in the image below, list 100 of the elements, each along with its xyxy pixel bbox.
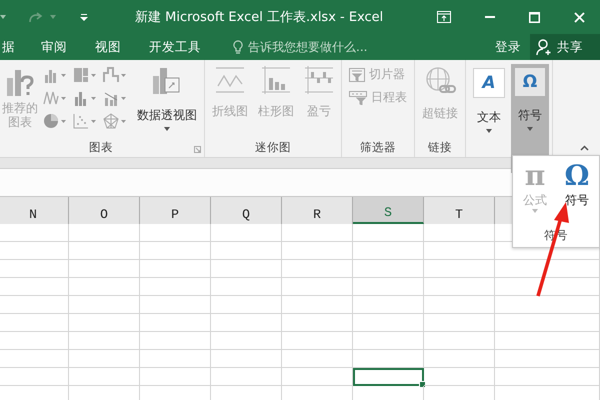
grid-cell[interactable]	[140, 278, 211, 296]
grid-cell[interactable]	[353, 296, 424, 314]
grid-cell[interactable]	[424, 242, 495, 260]
column-header[interactable]: O	[69, 197, 140, 224]
grid-cell[interactable]	[282, 368, 353, 386]
grid-cell[interactable]	[424, 260, 495, 278]
collapse-ribbon-icon[interactable]	[580, 145, 589, 151]
grid-cell[interactable]	[424, 296, 495, 314]
column-header[interactable]: P	[140, 197, 211, 224]
close-icon[interactable]	[574, 12, 585, 22]
ribbon-tab[interactable]: 开发工具	[149, 38, 201, 56]
dialog-launcher-icon[interactable]	[194, 146, 201, 153]
grid-cell[interactable]	[0, 314, 69, 332]
grid-cell[interactable]	[0, 278, 69, 296]
tell-me-field[interactable]: 告诉我您想要做什么...	[233, 40, 388, 54]
column-header[interactable]: R	[282, 197, 353, 224]
grid-cell[interactable]	[0, 260, 69, 278]
grid-cell[interactable]	[69, 278, 140, 296]
grid-cell[interactable]	[282, 224, 353, 242]
grid-cell[interactable]	[211, 368, 282, 386]
grid-cell[interactable]	[69, 332, 140, 350]
grid-cell[interactable]	[140, 296, 211, 314]
grid-cell[interactable]	[424, 332, 495, 350]
grid-cell[interactable]	[211, 260, 282, 278]
grid-cell[interactable]	[140, 332, 211, 350]
grid-cell[interactable]	[69, 350, 140, 368]
grid-cell[interactable]	[140, 260, 211, 278]
redo-icon[interactable]	[28, 11, 44, 23]
grid-cell[interactable]	[282, 242, 353, 260]
grid-cell[interactable]	[282, 332, 353, 350]
grid-cell[interactable]	[140, 314, 211, 332]
sign-in-link[interactable]: 登录	[495, 38, 521, 56]
grid-cell[interactable]	[0, 296, 69, 314]
grid-cell[interactable]	[211, 242, 282, 260]
grid-cell[interactable]	[211, 332, 282, 350]
share-button[interactable]: 共享	[530, 34, 600, 60]
grid-cell[interactable]	[424, 314, 495, 332]
grid-cell[interactable]	[211, 350, 282, 368]
grid-cell[interactable]	[211, 296, 282, 314]
grid-cell[interactable]	[282, 350, 353, 368]
minimize-icon[interactable]	[485, 16, 495, 18]
ribbon-tab[interactable]: 据	[2, 38, 15, 56]
grid-cell[interactable]	[0, 350, 69, 368]
pivot-chart-button[interactable]: 数据透视图	[136, 64, 198, 137]
symbol-command-button[interactable]: Ω 符号	[559, 160, 595, 213]
grid-cell[interactable]	[140, 242, 211, 260]
text-button[interactable]: A 文本	[469, 64, 509, 157]
grid-cell[interactable]	[0, 332, 69, 350]
fill-handle[interactable]	[419, 381, 426, 388]
customize-icon[interactable]	[80, 14, 88, 20]
grid-cell[interactable]	[353, 332, 424, 350]
ribbon-tab[interactable]: 审阅	[41, 38, 67, 56]
grid-cell[interactable]	[353, 350, 424, 368]
grid-cell[interactable]	[495, 260, 600, 278]
caret-icon[interactable]	[50, 15, 56, 19]
column-header[interactable]: T	[424, 197, 495, 224]
grid-cell[interactable]	[211, 224, 282, 242]
grid-cell[interactable]	[495, 278, 600, 296]
grid-cell[interactable]	[69, 224, 140, 242]
grid-cell[interactable]	[211, 314, 282, 332]
ribbon-tab[interactable]: 视图	[95, 38, 121, 56]
caret-icon	[121, 74, 126, 76]
grid-cell[interactable]	[353, 314, 424, 332]
grid-cell[interactable]	[495, 350, 600, 368]
grid-cell[interactable]	[69, 260, 140, 278]
grid-cell[interactable]	[140, 224, 211, 242]
grid-cell[interactable]	[0, 368, 69, 386]
grid-cell[interactable]	[424, 368, 495, 386]
grid-cell[interactable]	[140, 368, 211, 386]
column-header[interactable]: Q	[211, 197, 282, 224]
grid-cell[interactable]	[211, 278, 282, 296]
grid-cell[interactable]	[69, 314, 140, 332]
grid-cell[interactable]	[140, 350, 211, 368]
grid-cell[interactable]	[282, 296, 353, 314]
grid-cell[interactable]	[495, 332, 600, 350]
grid-cell[interactable]	[282, 260, 353, 278]
lightbulb-icon	[233, 40, 243, 54]
grid-cell[interactable]	[495, 296, 600, 314]
grid-cell[interactable]	[69, 296, 140, 314]
caret-icon[interactable]	[0, 15, 6, 19]
grid-cell[interactable]	[424, 278, 495, 296]
grid-cell[interactable]	[353, 278, 424, 296]
grid-cell[interactable]	[0, 224, 69, 242]
grid-cell[interactable]	[424, 350, 495, 368]
column-header[interactable]: N	[0, 197, 69, 224]
grid-cell[interactable]	[353, 242, 424, 260]
grid-cell[interactable]	[353, 260, 424, 278]
grid-cell[interactable]	[353, 224, 424, 242]
maximize-icon[interactable]	[529, 12, 540, 22]
grid-cell[interactable]	[69, 368, 140, 386]
grid-cell[interactable]	[424, 224, 495, 242]
grid-cell[interactable]	[282, 314, 353, 332]
grid-cell[interactable]	[495, 314, 600, 332]
grid-cell[interactable]	[0, 242, 69, 260]
column-header[interactable]: S	[353, 197, 424, 224]
grid-cell[interactable]	[69, 242, 140, 260]
grid-cell[interactable]	[282, 278, 353, 296]
active-cell[interactable]	[353, 368, 424, 386]
ribbon-display-icon[interactable]	[437, 11, 451, 23]
grid-cell[interactable]	[495, 368, 600, 386]
